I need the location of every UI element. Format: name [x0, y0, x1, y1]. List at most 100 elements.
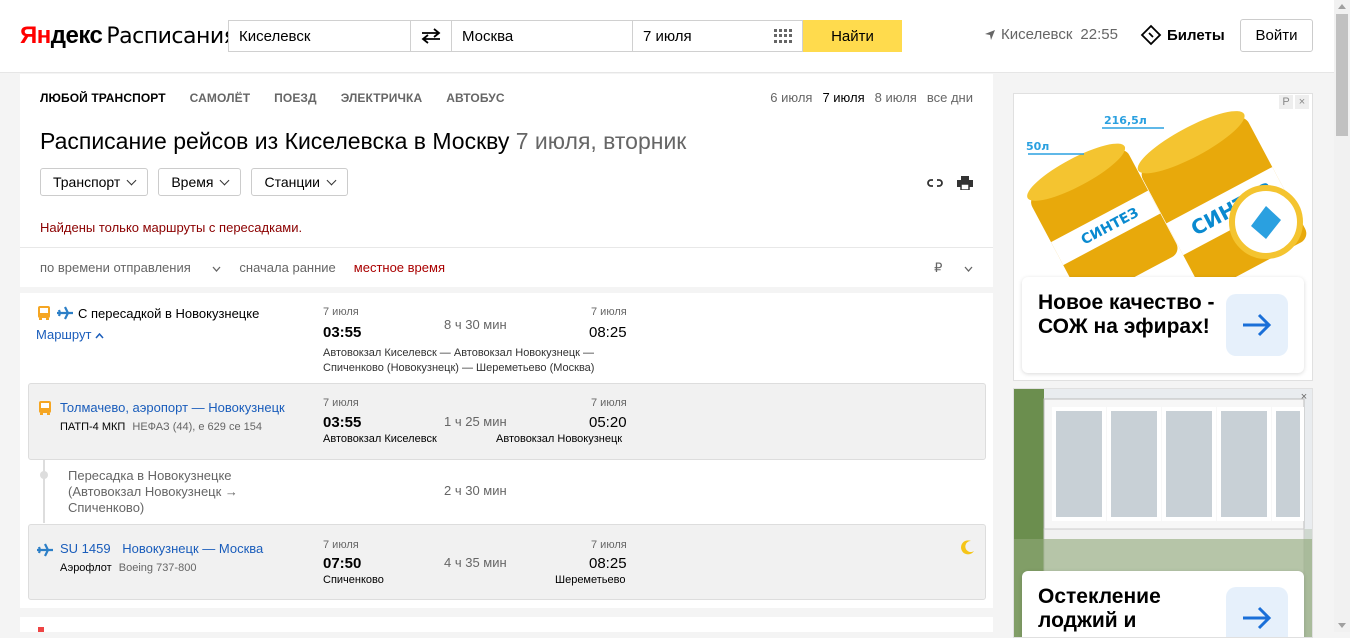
tickets-label: Билеты	[1167, 26, 1225, 44]
ad-banner-sintez[interactable]: СИНТЕЗ СИНТЕЗ 50л 216,5л Р × Новое качес…	[1013, 93, 1313, 381]
filters: Транспорт Время Станции	[40, 168, 358, 196]
main-content: ЛЮБОЙ ТРАНСПОРТ САМОЛЁТ ПОЕЗД ЭЛЕКТРИЧКА…	[20, 74, 993, 632]
segment2-dep-station: Спиченково	[323, 574, 384, 586]
segment1-dep-station: Автовокзал Киселевск	[323, 433, 437, 445]
trip-header: С пересадкой в Новокузнецке	[36, 305, 259, 321]
sort-bar: по времени отправления сначала ранние ме…	[20, 247, 993, 287]
ad1-arrow-button[interactable]	[1226, 294, 1288, 356]
sort-order[interactable]: сначала ранние	[239, 260, 335, 275]
next-result-preview	[20, 617, 993, 632]
night-moon-icon	[961, 540, 974, 555]
ad1-card[interactable]: Новое качество - СОЖ на эфирах!	[1022, 277, 1304, 373]
filter-time-label: Время	[171, 174, 214, 190]
ad2-text: Остекление лоджий и	[1038, 585, 1161, 632]
segment1-carrier-row: ПАТП-4 МКП НЕФАЗ (44), е 629 се 154	[60, 421, 262, 433]
date-input[interactable]: 7 июля	[633, 20, 803, 52]
search-bar: Киселевск Москва 7 июля Найти	[228, 20, 902, 52]
ad-close-button[interactable]: ×	[1295, 95, 1309, 109]
plane-icon	[57, 306, 73, 320]
segment1-vehicle: НЕФАЗ (44), е 629 се 154	[132, 421, 262, 433]
trip-stations-line2: Спиченково (Новокузнецк) — Шереметьево (…	[323, 362, 595, 374]
currency-select[interactable]: ₽	[934, 260, 973, 276]
segment1-name[interactable]: Толмачево, аэропорт — Новокузнецк	[60, 400, 285, 415]
print-icon[interactable]	[957, 176, 973, 190]
ad2-arrow-button[interactable]	[1226, 587, 1288, 637]
from-value: Киселевск	[239, 27, 311, 45]
segment2-title-row: SU 1459 Новокузнецк — Москва	[60, 541, 263, 556]
city-name[interactable]: Киселевск	[1001, 26, 1072, 43]
barrels-image: СИНТЕЗ СИНТЕЗ 50л 216,5л	[1014, 94, 1312, 301]
ad2-close-button[interactable]: ×	[1297, 390, 1311, 404]
segment2-flight[interactable]: SU 1459	[60, 541, 111, 556]
ad2-card[interactable]: Остекление лоджий и	[1022, 571, 1304, 637]
trip-arr-time: 08:25	[589, 324, 627, 341]
scroll-down-arrow-icon[interactable]	[1338, 623, 1346, 628]
date-value: 7 июля	[643, 27, 692, 45]
trip-dep-date: 7 июля	[323, 306, 359, 318]
segment1-arr-date: 7 июля	[591, 397, 627, 409]
route-toggle[interactable]: Маршрут	[36, 327, 104, 342]
trip-result: С пересадкой в Новокузнецке Маршрут 7 ию…	[20, 293, 993, 608]
day-prev[interactable]: 6 июля	[770, 90, 812, 105]
chevron-down-icon	[212, 266, 221, 272]
filter-transport[interactable]: Транспорт	[40, 168, 149, 196]
bus-icon	[39, 401, 51, 415]
segment2-carrier-row: Аэрофлот Boeing 737-800	[60, 562, 196, 574]
trip-title: С пересадкой в Новокузнецке	[78, 305, 260, 321]
arrow-right-icon	[1243, 606, 1272, 630]
segment1-carrier: ПАТП-4 МКП	[60, 421, 126, 433]
ad-banner-balcony[interactable]: × Остекление лоджий и	[1013, 388, 1313, 638]
find-button[interactable]: Найти	[803, 20, 902, 52]
tab-suburban[interactable]: ЭЛЕКТРИЧКА	[341, 91, 423, 105]
filter-stations[interactable]: Станции	[251, 168, 348, 196]
from-input[interactable]: Киселевск	[228, 20, 411, 52]
filter-time[interactable]: Время	[158, 168, 242, 196]
logo-ya: Ян	[20, 22, 51, 49]
transfer-duration: 2 ч 30 мин	[444, 483, 507, 498]
to-input[interactable]: Москва	[451, 20, 633, 52]
segment2-name[interactable]: Новокузнецк — Москва	[122, 541, 263, 556]
segment1-duration: 1 ч 25 мин	[444, 414, 507, 429]
tab-any-transport[interactable]: ЛЮБОЙ ТРАНСПОРТ	[40, 91, 166, 105]
ad-image-barrels: СИНТЕЗ СИНТЕЗ 50л 216,5л Р ×	[1014, 94, 1312, 301]
tab-plane[interactable]: САМОЛЁТ	[190, 91, 251, 105]
swap-button[interactable]	[411, 20, 451, 52]
page-title-date: 7 июля, вторник	[515, 128, 687, 154]
page-tools	[927, 176, 973, 190]
yandex-logo[interactable]: Яндекс Расписания	[20, 22, 237, 50]
segment1-dep-time: 03:55	[323, 414, 362, 431]
trip-dep-time: 03:55	[323, 324, 362, 341]
location-arrow-icon	[985, 29, 995, 40]
share-link-icon[interactable]	[927, 177, 943, 189]
chevron-down-icon	[326, 175, 337, 185]
transfer-line1: Пересадка в Новокузнецке	[68, 468, 232, 483]
day-current[interactable]: 7 июля	[822, 90, 864, 105]
segment2-dep-time: 07:50	[323, 555, 362, 572]
scroll-thumb[interactable]	[1336, 14, 1348, 136]
login-button[interactable]: Войти	[1240, 19, 1313, 52]
timeline-dot	[40, 471, 48, 479]
local-time-toggle[interactable]: местное время	[354, 260, 445, 275]
page-title-main: Расписание рейсов из Киселевска в Москву	[40, 128, 510, 154]
header: Яндекс Расписания Киселевск Москва 7 июля…	[0, 0, 1334, 73]
segment-bus: Толмачево, аэропорт — Новокузнецк ПАТП-4…	[28, 383, 986, 460]
trip-stations-line1: Автовокзал Киселевск — Автовокзал Новоку…	[323, 347, 594, 359]
sort-by-departure-label: по времени отправления	[40, 260, 191, 275]
segment2-dep-date: 7 июля	[323, 539, 359, 551]
tab-train[interactable]: ПОЕЗД	[274, 91, 317, 105]
tickets-link[interactable]: Билеты	[1140, 24, 1225, 46]
transfer-line3: Спиченково)	[68, 500, 145, 515]
day-all[interactable]: все дни	[927, 90, 973, 105]
scroll-up-arrow-icon[interactable]	[1338, 4, 1346, 9]
calendar-icon[interactable]	[774, 29, 792, 43]
tab-bus[interactable]: АВТОБУС	[446, 91, 504, 105]
trip-duration: 8 ч 30 мин	[444, 317, 507, 332]
ad-badge[interactable]: Р	[1279, 95, 1293, 109]
sort-by-departure[interactable]: по времени отправления	[40, 260, 221, 275]
segment2-vehicle: Boeing 737-800	[118, 562, 197, 574]
segment2-arr-station: Шереметьево	[555, 574, 626, 586]
day-next[interactable]: 8 июля	[875, 90, 917, 105]
transport-tabs: ЛЮБОЙ ТРАНСПОРТ САМОЛЁТ ПОЕЗД ЭЛЕКТРИЧКА…	[40, 91, 529, 105]
page-scrollbar[interactable]	[1334, 0, 1350, 632]
search-panel: ЛЮБОЙ ТРАНСПОРТ САМОЛЁТ ПОЕЗД ЭЛЕКТРИЧКА…	[20, 74, 993, 287]
